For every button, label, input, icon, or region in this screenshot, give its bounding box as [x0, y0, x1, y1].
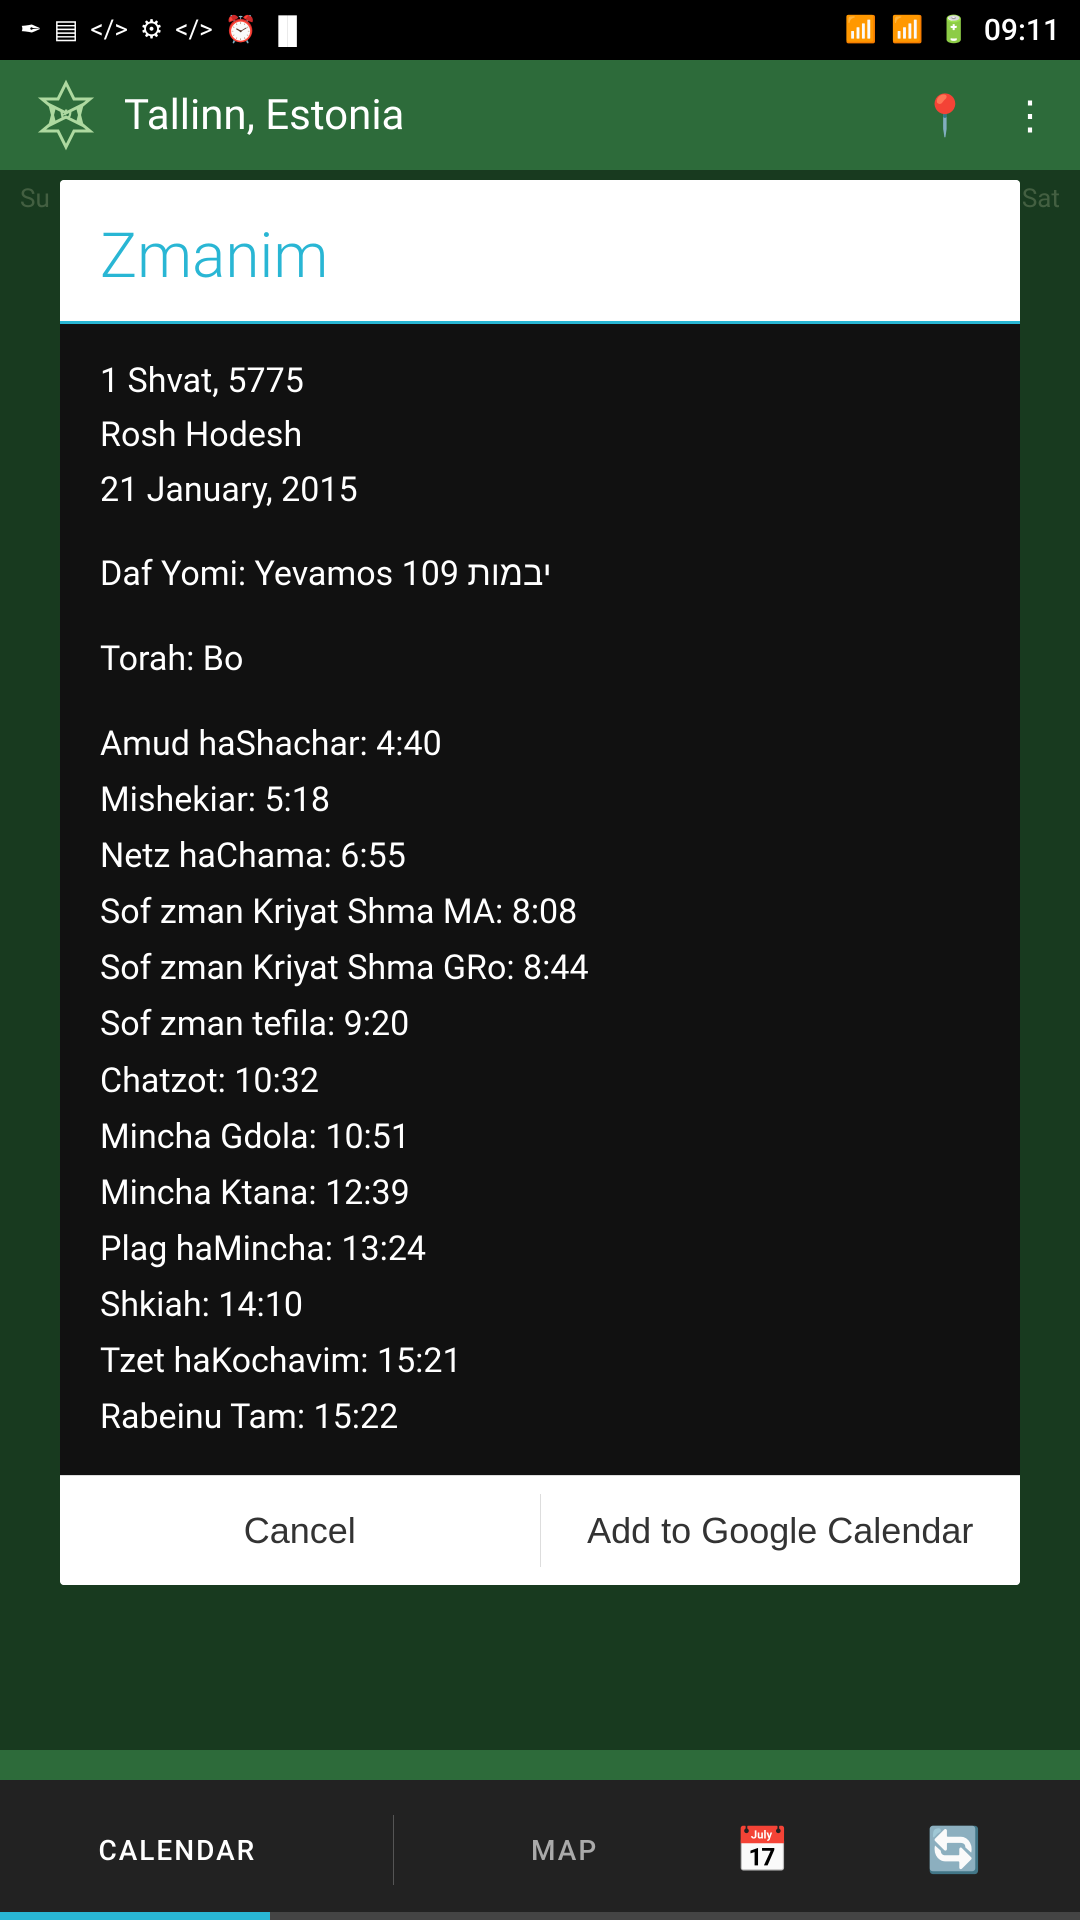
date-hebrew: 1 Shvat, 5775	[100, 354, 980, 408]
date-gregorian: 21 January, 2015	[100, 463, 980, 517]
progress-bar-container	[0, 1912, 1080, 1920]
torah-reading: Torah: Bo	[100, 632, 980, 686]
zmanim-dialog: Zmanim 1 Shvat, 5775 Rosh Hodesh 21 Janu…	[60, 180, 1020, 1585]
nav-calendar[interactable]: CALENDAR	[98, 1834, 256, 1867]
wifi-icon: 📶	[845, 15, 877, 45]
status-bar-right-icons: 📶 📶 🔋 09:11	[845, 13, 1060, 48]
list-item: Sof zman Kriyat Shma GRo: 8:44	[100, 940, 980, 996]
nav-refresh-btn[interactable]: 🔄	[927, 1824, 982, 1876]
dialog-header: Zmanim	[60, 180, 1020, 324]
calendar-nav-label: CALENDAR	[98, 1834, 256, 1867]
feather-icon: ✒	[20, 15, 42, 45]
dialog-title: Zmanim	[100, 220, 328, 293]
list-item: Plag haMincha: 13:24	[100, 1221, 980, 1277]
list-item: Mincha Gdola: 10:51	[100, 1109, 980, 1165]
bottom-nav: CALENDAR MAP 📅 🔄	[0, 1780, 1080, 1920]
list-item: Sof zman Kriyat Shma MA: 8:08	[100, 884, 980, 940]
add-to-calendar-button[interactable]: Add to Google Calendar	[541, 1476, 1021, 1585]
list-item: Chatzot: 10:32	[100, 1053, 980, 1109]
status-time: 09:11	[984, 13, 1060, 48]
dialog-body: 1 Shvat, 5775 Rosh Hodesh 21 January, 20…	[60, 324, 1020, 1475]
barcode-icon: ▐▌	[269, 15, 306, 46]
progress-bar-fill	[0, 1912, 270, 1920]
app-header: ש Tallinn, Estonia 📍 ⋮	[0, 60, 1080, 170]
app-logo: ש	[30, 79, 102, 151]
list-item: Rabeinu Tam: 15:22	[100, 1389, 980, 1445]
cancel-button[interactable]: Cancel	[60, 1476, 540, 1585]
signal-icon: 📶	[891, 15, 923, 45]
status-bar: ✒ ▤ </> ⚙ </> ⏰ ▐▌ 📶 📶 🔋 09:11	[0, 0, 1080, 60]
date-special: Rosh Hodesh	[100, 408, 980, 462]
list-item: Amud haShachar: 4:40	[100, 716, 980, 772]
daf-yomi: Daf Yomi: Yevamos 109 יבמות	[100, 547, 980, 601]
list-item: Tzet haKochavim: 15:21	[100, 1333, 980, 1389]
svg-text:ש: ש	[60, 104, 73, 123]
battery-icon: 🔋	[938, 15, 970, 45]
list-item: Sof zman tefila: 9:20	[100, 996, 980, 1052]
image-icon: ▤	[54, 15, 79, 45]
dialog-footer: Cancel Add to Google Calendar	[60, 1475, 1020, 1585]
list-item: Mishekiar: 5:18	[100, 772, 980, 828]
more-options-icon[interactable]: ⋮	[1010, 92, 1050, 139]
code2-icon: </>	[175, 15, 213, 45]
header-left: ש Tallinn, Estonia	[30, 79, 404, 151]
nav-calendar-icon-btn[interactable]: 📅	[735, 1824, 790, 1876]
list-item: Netz haChama: 6:55	[100, 828, 980, 884]
map-nav-label: MAP	[531, 1834, 598, 1867]
calendar-icon: 📅	[735, 1824, 790, 1876]
location-icon[interactable]: 📍	[920, 92, 970, 139]
refresh-icon: 🔄	[927, 1824, 982, 1876]
clock-icon: ⏰	[225, 15, 257, 45]
list-item: Mincha Ktana: 12:39	[100, 1165, 980, 1221]
list-item: Shkiah: 14:10	[100, 1277, 980, 1333]
nav-divider	[393, 1815, 394, 1885]
zmanim-list: Amud haShachar: 4:40Mishekiar: 5:18Netz …	[100, 716, 980, 1445]
app-title: Tallinn, Estonia	[124, 91, 404, 140]
code-icon: </>	[90, 15, 128, 45]
status-bar-left-icons: ✒ ▤ </> ⚙ </> ⏰ ▐▌	[20, 15, 306, 46]
nav-map[interactable]: MAP	[531, 1834, 598, 1867]
usb-icon: ⚙	[140, 15, 163, 45]
header-right: 📍 ⋮	[920, 92, 1050, 139]
